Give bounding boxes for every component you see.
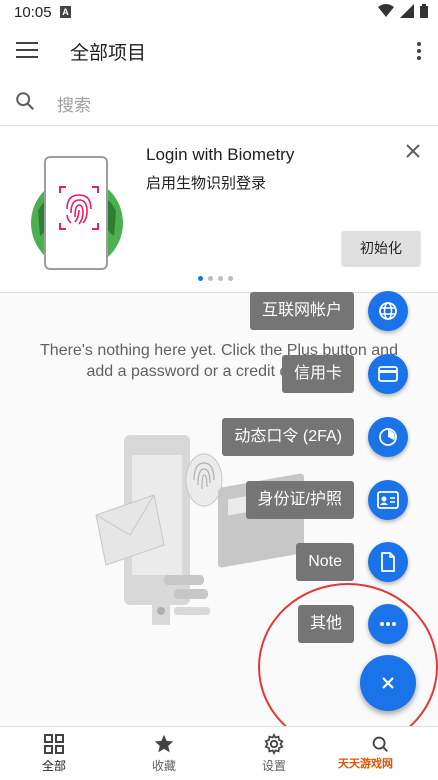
promo-subtitle: 启用生物识别登录 [146, 175, 267, 192]
fab-label[interactable]: 身份证/护照 [245, 481, 354, 519]
signal-icon [400, 4, 414, 18]
page-dot [198, 276, 203, 281]
fab-item-2fa[interactable]: 动态口令 (2FA) [0, 417, 438, 457]
fab-item-other[interactable]: 其他 [0, 604, 438, 644]
grid-icon [44, 734, 64, 754]
nav-label-favorites: 收藏 [151, 759, 176, 773]
timer-icon[interactable] [368, 417, 408, 457]
fab-item-internet-account[interactable]: 互联网帐户 [0, 291, 438, 331]
fab-item-credit-card[interactable]: 信用卡 [0, 354, 438, 394]
initialize-button[interactable]: 初始化 [342, 231, 420, 265]
star-icon [154, 734, 174, 753]
fab-label[interactable]: 动态口令 (2FA) [222, 418, 354, 456]
hamburger-menu-icon[interactable] [16, 42, 38, 60]
fab-item-id-passport[interactable]: 身份证/护照 [0, 480, 438, 520]
search-input[interactable]: 搜索 [57, 91, 91, 116]
gear-icon [264, 733, 284, 755]
watermark-logo: 天天游戏网 [338, 758, 393, 770]
page-indicator [198, 276, 233, 281]
search-bar[interactable]: 搜索 [0, 76, 438, 126]
nav-item-settings[interactable]: 设置 [244, 733, 304, 779]
page-dot [218, 276, 223, 281]
globe-icon[interactable] [368, 291, 408, 331]
fingerprint-phone-illustration [31, 156, 123, 270]
fab-item-note[interactable]: Note [0, 542, 438, 582]
search-icon [372, 736, 388, 752]
status-bar: 10:05 A [0, 0, 438, 26]
nav-label-settings: 设置 [261, 759, 286, 773]
status-time: 10:05 [14, 4, 52, 21]
page-dot [228, 276, 233, 281]
notification-badge: A [60, 6, 71, 18]
note-icon[interactable] [368, 542, 408, 582]
nav-label-all: 全部 [41, 759, 66, 773]
more-horizontal-icon[interactable] [368, 604, 408, 644]
fab-label[interactable]: 信用卡 [281, 355, 354, 393]
fab-label[interactable]: 其他 [297, 605, 354, 643]
promo-title: Login with Biometry [146, 145, 295, 164]
wifi-icon [378, 4, 394, 17]
promo-card: Login with Biometry 启用生物识别登录 初始化 [0, 127, 438, 293]
page-dot [208, 276, 213, 281]
overflow-menu-icon[interactable] [416, 42, 422, 62]
fab-label[interactable]: Note [296, 543, 354, 581]
close-fab-button[interactable] [360, 655, 416, 711]
search-icon [16, 92, 35, 111]
id-card-icon[interactable] [368, 480, 408, 520]
nav-item-favorites[interactable]: 收藏 [134, 733, 194, 779]
status-icons [378, 4, 428, 18]
close-icon[interactable] [403, 141, 423, 161]
close-icon [382, 677, 394, 689]
credit-card-icon[interactable] [368, 354, 408, 394]
app-bar: 全部项目 [0, 26, 438, 76]
nav-item-all[interactable]: 全部 [24, 733, 84, 779]
page-title: 全部项目 [70, 43, 147, 64]
fab-label[interactable]: 互联网帐户 [249, 292, 354, 330]
bottom-navigation: 全部 收藏 设置 [0, 726, 438, 780]
battery-icon [420, 4, 428, 18]
